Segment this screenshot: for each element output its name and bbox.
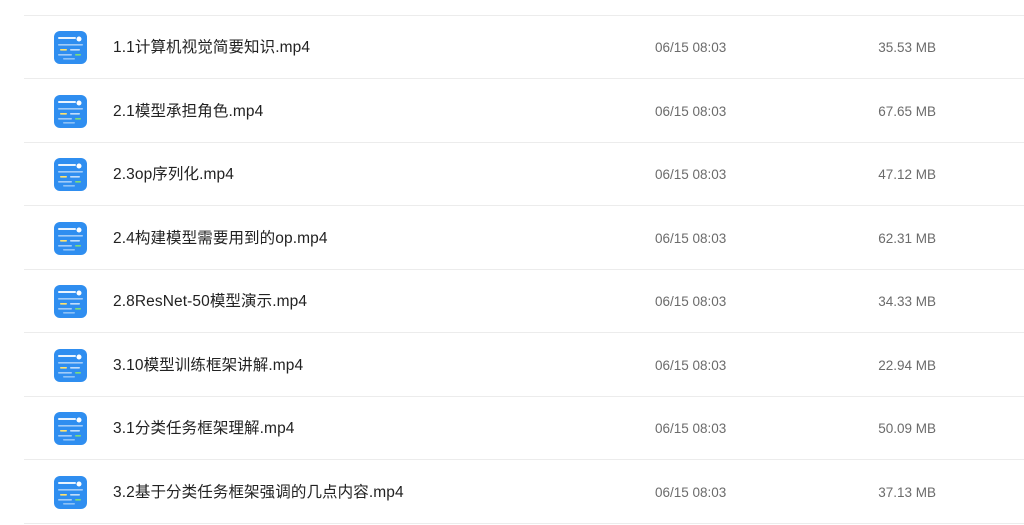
video-file-icon (54, 95, 87, 128)
video-file-icon (54, 222, 87, 255)
file-size: 47.12 MB (878, 167, 936, 182)
video-file-icon (54, 349, 87, 382)
modified-date: 06/15 08:03 (655, 104, 727, 119)
file-row[interactable]: 2.3op序列化.mp4 06/15 08:03 47.12 MB (24, 143, 1024, 206)
modified-date: 06/15 08:03 (655, 167, 727, 182)
file-size: 62.31 MB (878, 231, 936, 246)
modified-date: 06/15 08:03 (655, 358, 727, 373)
video-file-icon (54, 476, 87, 509)
modified-date: 06/15 08:03 (655, 40, 727, 55)
file-row[interactable]: 3.10模型训练框架讲解.mp4 06/15 08:03 22.94 MB (24, 334, 1024, 397)
modified-date: 06/15 08:03 (655, 294, 727, 309)
file-size: 34.33 MB (878, 294, 936, 309)
video-file-icon (54, 285, 87, 318)
file-row[interactable]: 2.1模型承担角色.mp4 06/15 08:03 67.65 MB (24, 80, 1024, 143)
file-row[interactable]: 3.2基于分类任务框架强调的几点内容.mp4 06/15 08:03 37.13… (24, 461, 1024, 524)
file-name[interactable]: 2.3op序列化.mp4 (113, 143, 234, 206)
video-file-icon (54, 158, 87, 191)
video-file-icon (54, 31, 87, 64)
file-name[interactable]: 3.1分类任务框架理解.mp4 (113, 397, 295, 460)
file-row[interactable]: 2.8ResNet-50模型演示.mp4 06/15 08:03 34.33 M… (24, 270, 1024, 333)
file-row[interactable]: 1.1计算机视觉简要知识.mp4 06/15 08:03 35.53 MB (24, 16, 1024, 79)
video-file-icon (54, 412, 87, 445)
file-name[interactable]: 2.8ResNet-50模型演示.mp4 (113, 270, 307, 333)
file-size: 22.94 MB (878, 358, 936, 373)
file-name[interactable]: 3.10模型训练框架讲解.mp4 (113, 334, 303, 397)
file-name[interactable]: 1.1计算机视觉简要知识.mp4 (113, 16, 310, 79)
modified-date: 06/15 08:03 (655, 231, 727, 246)
file-size: 50.09 MB (878, 421, 936, 436)
file-name[interactable]: 3.2基于分类任务框架强调的几点内容.mp4 (113, 461, 404, 524)
modified-date: 06/15 08:03 (655, 421, 727, 436)
file-size: 37.13 MB (878, 485, 936, 500)
file-name[interactable]: 2.1模型承担角色.mp4 (113, 80, 263, 143)
modified-date: 06/15 08:03 (655, 485, 727, 500)
file-name[interactable]: 2.4构建模型需要用到的op.mp4 (113, 207, 328, 270)
file-list: 1.1计算机视觉简要知识.mp4 06/15 08:03 35.53 MB 2.… (0, 0, 1024, 525)
file-row[interactable]: 3.1分类任务框架理解.mp4 06/15 08:03 50.09 MB (24, 397, 1024, 460)
file-row[interactable]: 2.4构建模型需要用到的op.mp4 06/15 08:03 62.31 MB (24, 207, 1024, 270)
file-size: 35.53 MB (878, 40, 936, 55)
file-size: 67.65 MB (878, 104, 936, 119)
